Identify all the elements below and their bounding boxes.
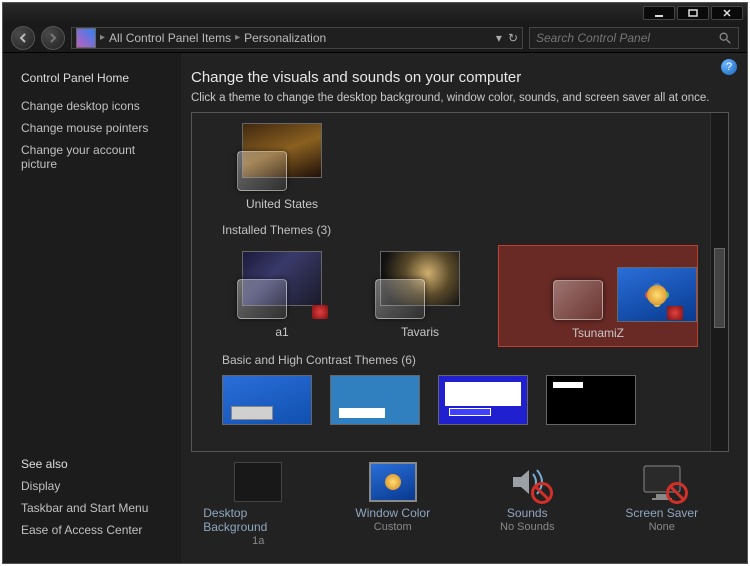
control-panel-window: ▸ All Control Panel Items ▸ Personalizat…: [2, 2, 748, 564]
action-label: Sounds: [507, 506, 548, 520]
aero-glass-icon: [553, 280, 603, 320]
theme-united-states[interactable]: United States: [222, 117, 342, 217]
theme-a1[interactable]: a1: [222, 245, 342, 347]
action-label: Desktop Background: [203, 506, 313, 534]
theme-tavaris[interactable]: Tavaris: [360, 245, 480, 347]
breadcrumb-parent[interactable]: All Control Panel Items: [109, 31, 231, 45]
ease-of-access-link[interactable]: Ease of Access Center: [21, 523, 163, 537]
main-panel: ? Change the visuals and sounds on your …: [181, 53, 747, 563]
help-icon[interactable]: ?: [721, 59, 737, 75]
nav-row: ▸ All Control Panel Items ▸ Personalizat…: [3, 23, 747, 53]
search-box[interactable]: [529, 27, 739, 49]
action-label: Window Color: [355, 506, 430, 520]
sounds-icon: [503, 462, 551, 502]
see-also-label: See also: [21, 457, 163, 471]
scrollbar[interactable]: [710, 113, 728, 451]
maximize-button[interactable]: [677, 6, 709, 20]
action-value: None: [649, 521, 675, 533]
desktop-background-icon: [234, 462, 282, 502]
scrollbar-thumb[interactable]: [714, 248, 725, 328]
page-title: Change the visuals and sounds on your co…: [191, 69, 729, 86]
action-value: Custom: [374, 521, 412, 533]
refresh-icon[interactable]: ↻: [508, 31, 518, 45]
aero-glass-icon: [237, 151, 287, 191]
theme-label: United States: [246, 197, 318, 217]
action-value: No Sounds: [500, 521, 554, 533]
theme-basic-4[interactable]: [546, 375, 636, 425]
change-account-picture-link[interactable]: Change your account picture: [21, 143, 163, 171]
sounds-button[interactable]: Sounds No Sounds: [472, 462, 582, 547]
search-input[interactable]: [536, 31, 718, 45]
basic-themes-label: Basic and High Contrast Themes (6): [222, 353, 698, 367]
search-icon: [718, 31, 732, 45]
close-button[interactable]: [711, 6, 743, 20]
window-color-button[interactable]: Window Color Custom: [338, 462, 448, 547]
page-subtitle: Click a theme to change the desktop back…: [191, 92, 729, 104]
breadcrumb[interactable]: ▸ All Control Panel Items ▸ Personalizat…: [71, 27, 523, 49]
control-panel-icon: [76, 28, 96, 48]
control-panel-home-link[interactable]: Control Panel Home: [21, 71, 163, 85]
taskbar-start-menu-link[interactable]: Taskbar and Start Menu: [21, 501, 163, 515]
unsaved-badge-icon: [312, 305, 328, 319]
installed-themes-label: Installed Themes (3): [222, 223, 698, 237]
chevron-right-icon: ▸: [100, 32, 105, 43]
chevron-right-icon: ▸: [235, 32, 240, 43]
forward-button[interactable]: [41, 26, 65, 50]
minimize-button[interactable]: [643, 6, 675, 20]
screen-saver-icon: [638, 462, 686, 502]
theme-basic-3[interactable]: [438, 375, 528, 425]
aero-glass-icon: [237, 279, 287, 319]
dropdown-icon[interactable]: ▾: [496, 31, 502, 45]
theme-tsunamiz[interactable]: TsunamiZ: [498, 245, 698, 347]
theme-components-row: Desktop Background 1a Window Color Custo…: [191, 452, 729, 553]
theme-basic-2[interactable]: [330, 375, 420, 425]
theme-label: a1: [275, 325, 288, 345]
action-label: Screen Saver: [625, 506, 698, 520]
theme-label: Tavaris: [401, 325, 439, 345]
unsaved-badge-icon: [667, 306, 683, 320]
desktop-background-button[interactable]: Desktop Background 1a: [203, 462, 313, 547]
change-desktop-icons-link[interactable]: Change desktop icons: [21, 99, 163, 113]
screen-saver-button[interactable]: Screen Saver None: [607, 462, 717, 547]
change-mouse-pointers-link[interactable]: Change mouse pointers: [21, 121, 163, 135]
prohibit-icon: [666, 482, 688, 504]
action-value: 1a: [252, 535, 264, 547]
themes-list: United States Installed Themes (3) a1: [191, 112, 729, 452]
aero-glass-icon: [375, 279, 425, 319]
breadcrumb-current[interactable]: Personalization: [244, 31, 326, 45]
theme-basic-1[interactable]: [222, 375, 312, 425]
titlebar: [3, 3, 747, 23]
back-button[interactable]: [11, 26, 35, 50]
theme-label: TsunamiZ: [572, 326, 624, 346]
sidebar: Control Panel Home Change desktop icons …: [3, 53, 181, 563]
content-body: Control Panel Home Change desktop icons …: [3, 53, 747, 563]
display-link[interactable]: Display: [21, 479, 163, 493]
window-color-icon: [369, 462, 417, 502]
